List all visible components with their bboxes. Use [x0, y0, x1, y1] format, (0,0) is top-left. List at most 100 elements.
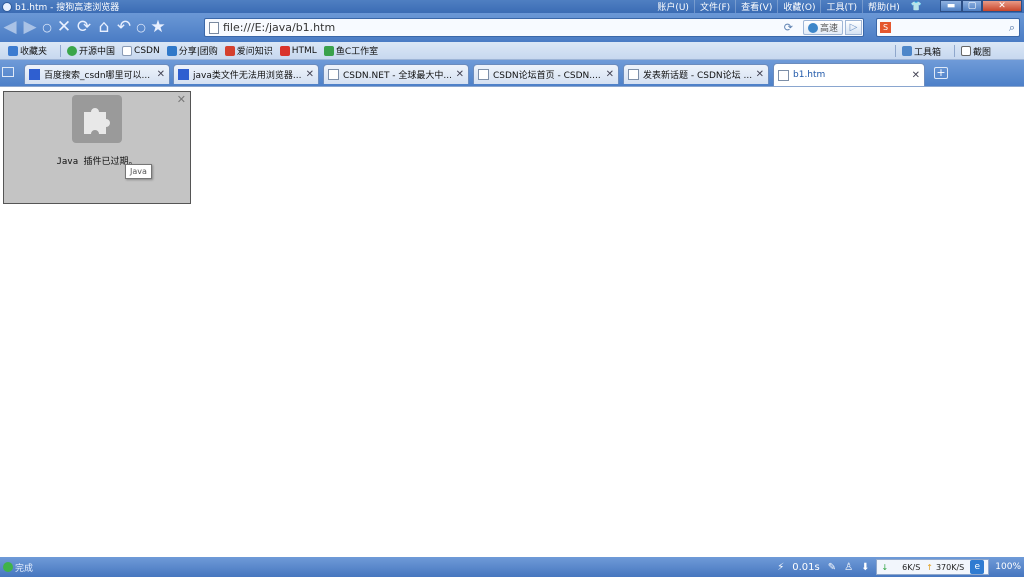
- search-icon[interactable]: ⌕: [1009, 21, 1015, 35]
- ie-mode-icon[interactable]: e: [970, 560, 985, 574]
- fav-fishc[interactable]: 鱼C工作室: [323, 44, 379, 57]
- fav-csdn[interactable]: CSDN: [122, 45, 160, 56]
- fishc-icon: [323, 45, 334, 56]
- fav-share[interactable]: 分享|团购: [166, 44, 218, 57]
- fav-label: 鱼C工作室: [335, 47, 379, 57]
- nav-toolbar: ◀ ▶ ○ ✕ ⟳ ⌂ ↶ ○ ★ ⟳ 高速 ▷ S ⌕: [0, 13, 1024, 42]
- address-input[interactable]: [223, 21, 783, 34]
- favorites-folder-button[interactable]: 收藏夹: [8, 44, 47, 57]
- minimize-button[interactable]: ▬: [940, 0, 962, 12]
- page-icon: [478, 69, 489, 80]
- tab-b1-htm[interactable]: b1.htm ✕: [773, 63, 925, 86]
- fav-iask[interactable]: 爱问知识: [224, 44, 273, 57]
- status-right: ⚡ 0.01s ✎ ♙ ⬇ ↓ 6K/S ↑ 370K/S e 100%: [773, 557, 1024, 577]
- figure-icon[interactable]: ♙: [844, 562, 853, 573]
- tab-close-icon[interactable]: ✕: [756, 69, 764, 80]
- tab-close-icon[interactable]: ✕: [306, 69, 314, 80]
- network-speed[interactable]: ↓ 6K/S ↑ 370K/S e: [876, 559, 990, 575]
- zoom-level[interactable]: 100%: [995, 562, 1021, 572]
- tab-label: CSDN论坛首页 - CSDN....: [493, 71, 601, 81]
- search-input[interactable]: [894, 22, 1004, 33]
- plugin-outdated-message: Java 插件已过期。: [56, 157, 138, 167]
- tab-csdn-forum[interactable]: CSDN论坛首页 - CSDN.... ✕: [473, 64, 619, 84]
- page-content: ✕ Java 插件已过期。 Java: [0, 86, 1024, 557]
- puzzle-piece-icon: [72, 95, 122, 143]
- tab-baidu-search[interactable]: 百度搜索_csdn哪里可以... ✕: [24, 64, 170, 84]
- tab-new-topic[interactable]: 发表新话题 - CSDN论坛 ... ✕: [623, 64, 769, 84]
- speed-mode-button[interactable]: 高速: [802, 20, 843, 35]
- page-icon: [209, 21, 219, 34]
- refresh-icon[interactable]: ⟳: [74, 13, 94, 42]
- baidu-paw-icon: [29, 69, 40, 80]
- toolbox-icon: [901, 46, 912, 56]
- load-time: 0.01s: [792, 561, 820, 573]
- speed-label: 高速: [819, 24, 838, 34]
- new-tab-button[interactable]: +: [934, 67, 948, 79]
- tab-label: b1.htm: [793, 70, 826, 80]
- toolbox-label: 工具箱: [913, 47, 941, 58]
- back-icon[interactable]: ◀: [0, 13, 20, 42]
- favorites-label: 收藏夹: [20, 47, 48, 57]
- tab-list-icon[interactable]: [2, 67, 14, 77]
- status-ok-icon: [3, 562, 13, 572]
- tooltip: Java: [125, 164, 152, 179]
- window-title: b1.htm - 搜狗高速浏览器: [15, 3, 120, 13]
- search-box[interactable]: S ⌕: [876, 18, 1020, 37]
- reload-icon[interactable]: ⟳: [784, 21, 793, 34]
- dot-icon[interactable]: ○: [134, 13, 148, 42]
- share-icon: [166, 45, 177, 56]
- fav-label: 爱问知识: [236, 47, 273, 57]
- page-icon: [328, 69, 339, 80]
- fav-oschina[interactable]: 开源中国: [67, 44, 115, 57]
- tab-close-icon[interactable]: ✕: [606, 69, 614, 80]
- skin-shirt-icon[interactable]: 👕: [905, 2, 928, 12]
- menu-file[interactable]: 文件(F): [693, 0, 735, 13]
- up-arrow-icon: ↑: [926, 562, 933, 572]
- close-button[interactable]: ✕: [982, 0, 1022, 12]
- plugin-close-icon[interactable]: ✕: [177, 93, 186, 106]
- page-icon: [778, 69, 789, 81]
- tab-close-icon[interactable]: ✕: [157, 69, 165, 80]
- fav-label: 分享|团购: [178, 47, 218, 57]
- star-icon[interactable]: ★: [148, 13, 168, 42]
- status-text: 完成: [15, 563, 34, 574]
- home-icon[interactable]: ⌂: [94, 13, 114, 42]
- divider: [953, 45, 955, 57]
- lightning-icon[interactable]: ⚡: [777, 562, 784, 573]
- download-speed: 6K/S: [902, 562, 921, 572]
- baidu-paw-icon: [178, 69, 189, 80]
- forward-icon[interactable]: ▶: [20, 13, 40, 42]
- sogou-search-engine-icon[interactable]: S: [880, 22, 891, 33]
- address-bar[interactable]: ⟳ 高速 ▷: [204, 18, 864, 37]
- undo-icon[interactable]: ↶: [114, 13, 134, 42]
- tab-label: 百度搜索_csdn哪里可以...: [44, 71, 151, 81]
- menu-account[interactable]: 账户(U): [652, 0, 694, 13]
- menu-help[interactable]: 帮助(H): [861, 0, 905, 13]
- scissors-icon: [960, 46, 971, 56]
- dot-icon[interactable]: ○: [40, 13, 54, 42]
- tab-java-class[interactable]: java类文件无法用浏览器... ✕: [173, 64, 319, 84]
- toolbox-button[interactable]: 工具箱: [901, 45, 941, 58]
- fav-html[interactable]: HTML: [279, 45, 317, 56]
- favorites-right-tools: 工具箱 截图: [889, 42, 998, 60]
- tab-bar: 百度搜索_csdn哪里可以... ✕ java类文件无法用浏览器... ✕ CS…: [0, 60, 1024, 86]
- tab-label: CSDN.NET - 全球最大中...: [343, 71, 452, 81]
- screenshot-button[interactable]: 截图: [960, 45, 991, 58]
- java-plugin-placeholder[interactable]: ✕ Java 插件已过期。: [3, 91, 191, 204]
- down-arrow-icon: ↓: [881, 562, 889, 572]
- menu-tools[interactable]: 工具(T): [820, 0, 862, 13]
- fav-label: HTML: [291, 45, 317, 56]
- tab-close-icon[interactable]: ✕: [456, 69, 464, 80]
- go-button[interactable]: ▷: [845, 20, 862, 35]
- pen-icon[interactable]: ✎: [828, 562, 836, 573]
- tab-close-icon[interactable]: ✕: [912, 70, 920, 81]
- favorites-icon: [8, 45, 18, 56]
- page-icon: [628, 69, 639, 80]
- tab-csdn-net[interactable]: CSDN.NET - 全球最大中... ✕: [323, 64, 469, 84]
- download-icon[interactable]: ⬇: [861, 562, 869, 573]
- maximize-button[interactable]: ▢: [962, 0, 982, 12]
- iask-icon: [224, 45, 235, 56]
- menu-favorites[interactable]: 收藏(O): [777, 0, 820, 13]
- menu-view[interactable]: 查看(V): [735, 0, 777, 13]
- stop-icon[interactable]: ✕: [54, 13, 74, 42]
